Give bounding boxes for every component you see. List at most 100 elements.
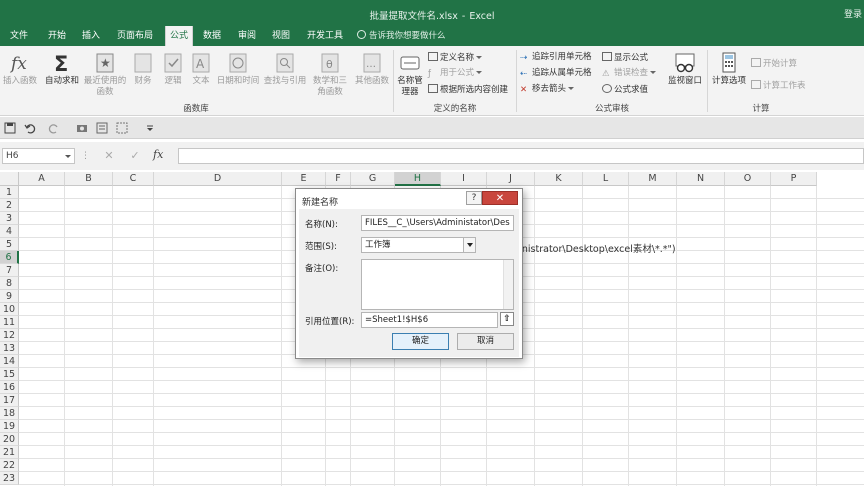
form-icon[interactable] [96, 122, 108, 134]
column-header-g[interactable]: G [351, 172, 395, 186]
save-icon[interactable] [4, 122, 16, 134]
row-header-18[interactable]: 18 [0, 407, 19, 420]
row-header-17[interactable]: 17 [0, 394, 19, 407]
column-header-a[interactable]: A [19, 172, 65, 186]
name-box[interactable]: H6 [2, 148, 75, 164]
calculate-sheet-button[interactable]: 计算工作表 [751, 80, 806, 92]
row-header-5[interactable]: 5 [0, 238, 19, 251]
cancel-button[interactable]: 取消 [457, 333, 514, 350]
row-header-16[interactable]: 16 [0, 381, 19, 394]
customize-toolbar-icon[interactable] [144, 122, 156, 134]
close-button[interactable]: ✕ [482, 191, 518, 205]
column-header-b[interactable]: B [65, 172, 113, 186]
lookup-button[interactable]: 查找与引用 [262, 52, 308, 87]
name-manager-button[interactable]: 名称管理器 [395, 52, 425, 98]
row-header-15[interactable]: 15 [0, 368, 19, 381]
row-header-20[interactable]: 20 [0, 433, 19, 446]
tab-data[interactable]: 数据 [199, 26, 225, 46]
column-header-d[interactable]: D [154, 172, 282, 186]
column-header-f[interactable]: F [326, 172, 351, 186]
row-header-13[interactable]: 13 [0, 342, 19, 355]
row-header-7[interactable]: 7 [0, 264, 19, 277]
select-all-corner[interactable] [0, 172, 19, 186]
row-header-2[interactable]: 2 [0, 199, 19, 212]
remove-arrows-button[interactable]: ✕ 移去箭头 [520, 84, 575, 95]
trace-precedents-button[interactable]: ⇢ 追踪引用单元格 [520, 52, 592, 63]
math-trig-button[interactable]: θ 数学和三角函数 [310, 52, 350, 98]
text-button[interactable]: A 文本 [188, 52, 214, 87]
tell-me-box[interactable]: 告诉我你想要做什么 [357, 26, 446, 46]
insert-function-button[interactable]: fx 插入函数 [0, 52, 40, 87]
grid-row-line [19, 445, 864, 446]
scope-select[interactable]: 工作簿 [361, 237, 476, 253]
row-header-9[interactable]: 9 [0, 290, 19, 303]
column-header-l[interactable]: L [583, 172, 629, 186]
collapse-dialog-icon[interactable]: ⇧ [500, 312, 514, 326]
tab-developer[interactable]: 开发工具 [303, 26, 347, 46]
tab-view[interactable]: 视图 [268, 26, 294, 46]
column-header-e[interactable]: E [282, 172, 326, 186]
resize-handle-icon[interactable]: ⋮ [81, 151, 90, 161]
row-header-11[interactable]: 11 [0, 316, 19, 329]
row-header-12[interactable]: 12 [0, 329, 19, 342]
column-header-o[interactable]: O [725, 172, 771, 186]
recent-functions-button[interactable]: ★ 最近使用的函数 [82, 52, 128, 98]
calculate-now-button[interactable]: 开始计算 [751, 58, 797, 70]
tab-file[interactable]: 文件 [6, 26, 32, 46]
sign-in-link[interactable]: 登录 [844, 7, 862, 20]
undo-icon[interactable] [24, 122, 36, 134]
column-header-h[interactable]: H [395, 172, 441, 186]
ok-button[interactable]: 确定 [392, 333, 449, 350]
select-object-icon[interactable] [116, 122, 128, 134]
comment-textarea[interactable] [361, 259, 514, 310]
more-functions-button[interactable]: … 其他函数 [352, 52, 392, 87]
use-in-formula-button[interactable]: ƒ 用于公式 [428, 68, 483, 79]
dialog-title-bar[interactable]: 新建名称 ? ✕ [296, 189, 522, 211]
row-header-10[interactable]: 10 [0, 303, 19, 316]
tab-formulas[interactable]: 公式 [165, 26, 194, 46]
column-header-i[interactable]: I [441, 172, 487, 186]
column-header-m[interactable]: M [629, 172, 677, 186]
watch-window-button[interactable]: 监视窗口 [665, 52, 705, 87]
show-formulas-button[interactable]: 显示公式 [602, 52, 648, 64]
redo-icon[interactable] [48, 122, 60, 134]
tab-page-layout[interactable]: 页面布局 [113, 26, 157, 46]
insert-function-fx-button[interactable]: fx [153, 148, 163, 161]
column-header-n[interactable]: N [677, 172, 725, 186]
create-from-selection-button[interactable]: 根据所选内容创建 [428, 84, 508, 96]
row-header-6[interactable]: 6 [0, 251, 19, 264]
row-header-8[interactable]: 8 [0, 277, 19, 290]
cancel-entry-button[interactable]: ✕ [100, 148, 118, 164]
row-header-3[interactable]: 3 [0, 212, 19, 225]
comment-scrollbar[interactable] [503, 260, 513, 309]
evaluate-formula-button[interactable]: 公式求值 [602, 84, 648, 96]
financial-button[interactable]: 财务 [130, 52, 156, 87]
tab-review[interactable]: 审阅 [234, 26, 260, 46]
row-header-22[interactable]: 22 [0, 459, 19, 472]
calc-options-button[interactable]: 计算选项 [710, 52, 748, 87]
refers-to-input[interactable]: =Sheet1!$H$6 [361, 312, 498, 328]
error-checking-button[interactable]: ⚠ 错误检查 [602, 68, 657, 79]
define-name-button[interactable]: 定义名称 [428, 52, 483, 64]
column-header-j[interactable]: J [487, 172, 535, 186]
datetime-button[interactable]: 日期和时间 [215, 52, 261, 87]
row-header-1[interactable]: 1 [0, 186, 19, 199]
row-header-4[interactable]: 4 [0, 225, 19, 238]
help-button[interactable]: ? [466, 191, 482, 205]
column-header-k[interactable]: K [535, 172, 583, 186]
autosum-button[interactable]: Σ 自动求和 [42, 52, 82, 87]
row-header-14[interactable]: 14 [0, 355, 19, 368]
row-header-23[interactable]: 23 [0, 472, 19, 485]
column-header-c[interactable]: C [113, 172, 154, 186]
column-header-p[interactable]: P [771, 172, 817, 186]
trace-dependents-button[interactable]: ⇠ 追踪从属单元格 [520, 68, 592, 79]
confirm-entry-button[interactable]: ✓ [126, 148, 144, 164]
camera-icon[interactable] [76, 122, 88, 134]
row-header-21[interactable]: 21 [0, 446, 19, 459]
name-input[interactable]: FILES__C_\Users\Administ​ator\Des [361, 215, 514, 231]
tab-insert[interactable]: 插入 [78, 26, 104, 46]
tab-home[interactable]: 开始 [44, 26, 70, 46]
logical-button[interactable]: 逻辑 [160, 52, 186, 87]
formula-input[interactable] [178, 148, 864, 164]
row-header-19[interactable]: 19 [0, 420, 19, 433]
